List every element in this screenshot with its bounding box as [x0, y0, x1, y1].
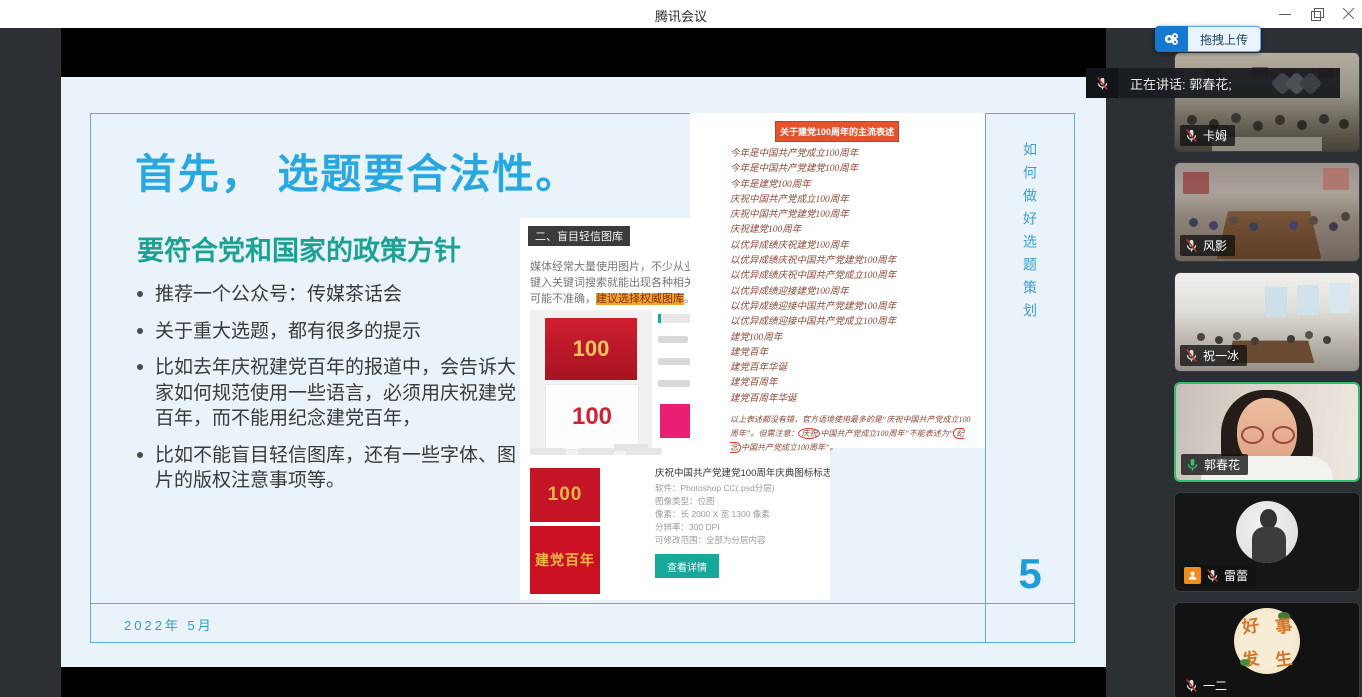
attendee-heads — [1189, 218, 1198, 227]
participant-name: 祝一冰 — [1203, 347, 1239, 364]
participant-namebar: 郭春花 — [1181, 454, 1248, 475]
minimize-icon[interactable] — [1278, 7, 1292, 21]
expression-item: 建党100周年 — [730, 331, 896, 346]
slide-page-number: 5 — [986, 550, 1074, 598]
meeting-logo-watermark-icon — [1266, 71, 1326, 95]
windows — [1329, 283, 1351, 313]
participant-namebar: 卡姆 — [1180, 125, 1235, 146]
expression-item: 庆祝建党100周年 — [730, 223, 896, 238]
participant-namebar: 风影 — [1180, 235, 1235, 256]
expression-item: 建党百年 — [730, 346, 896, 361]
wall-art — [1323, 168, 1349, 190]
mic-muted-icon — [1184, 238, 1199, 253]
restore-icon[interactable] — [1310, 7, 1324, 21]
participant-namebar: 祝一冰 — [1180, 345, 1247, 366]
participant-tile-一二[interactable]: 好事发生一二 — [1174, 602, 1360, 697]
mic-muted-icon — [1184, 348, 1199, 363]
presentation-slide: 首先， 选题要合法性。 要符合党和国家的政策方针 推荐一个公众号：传媒茶话会关于… — [61, 77, 1106, 667]
participant-name: 一二 — [1203, 677, 1227, 694]
participant-tile-卡姆[interactable]: 卡姆 — [1174, 52, 1360, 152]
expression-item: 建党百年华诞 — [730, 361, 896, 376]
avatar — [1236, 501, 1298, 563]
close-icon[interactable] — [1342, 7, 1356, 21]
participant-name: 郭春花 — [1204, 456, 1240, 473]
slide-date: 2022年 5月 — [124, 615, 214, 634]
cloud-drive-icon — [1155, 26, 1188, 52]
participant-namebar: 雷蕾 — [1180, 565, 1256, 586]
participant-namebar: 一二 — [1180, 675, 1235, 696]
expression-item: 以优异成绩庆祝建党100周年 — [730, 239, 896, 254]
circled-word: 庆祝 — [798, 428, 820, 439]
expressions-note: 以上表述都没有错，官方语境使用最多的是“庆祝中国共产党成立100周年”。但需注意… — [730, 413, 975, 455]
glasses-icon — [1272, 426, 1295, 444]
shared-screen-region: 首先， 选题要合法性。 要符合党和国家的政策方针 推荐一个公众号：传媒茶话会关于… — [61, 28, 1106, 697]
attendee-heads — [1197, 333, 1205, 341]
role-person-icon — [1184, 567, 1201, 584]
expressions-list: 今年是中国共产党成立100周年今年是中国共产党建党100周年今年是建党100周年… — [730, 147, 896, 407]
window-titlebar: 腾讯会议 — [0, 0, 1362, 28]
expression-item: 建党百周年华诞 — [730, 392, 896, 407]
slide-side-strip: 如何做好选题策划 5 — [986, 114, 1074, 642]
expression-item: 以优异成绩迎接中国共产党成立100周年 — [730, 315, 896, 330]
app-window: 腾讯会议 首先， 选题要合法性。 要符合党和国家的政策方针 推荐一个公众号：传媒… — [0, 0, 1362, 697]
mic-muted-icon — [1184, 678, 1199, 693]
expressions-banner: 关于建党100周年的主流表述 — [775, 121, 899, 142]
expression-item: 庆祝中国共产党建党100周年 — [730, 208, 896, 223]
participant-tile-雷蕾[interactable]: 雷蕾 — [1174, 492, 1360, 592]
mic-muted-icon — [1086, 68, 1118, 98]
glasses-icon — [1241, 426, 1264, 444]
attendee-heads — [1187, 115, 1197, 125]
speaking-toast-text: 正在讲话: 郭春花; — [1130, 74, 1232, 93]
expression-item: 今年是中国共产党成立100周年 — [730, 147, 896, 162]
participant-tile-风影[interactable]: 风影 — [1174, 162, 1360, 262]
expression-item: 以优异成绩庆祝中国共产党建党100周年 — [730, 254, 896, 269]
participant-name: 雷蕾 — [1224, 567, 1248, 584]
expression-item: 以优异成绩庆祝中国共产党成立100周年 — [730, 269, 896, 284]
window-title: 腾讯会议 — [0, 6, 1362, 25]
participant-tile-郭春花[interactable]: 郭春花 — [1174, 382, 1360, 482]
mic-active-icon — [1185, 457, 1200, 472]
mic-muted-icon — [1184, 128, 1199, 143]
speaking-toast: 正在讲话: 郭春花; — [1086, 68, 1340, 98]
mic-muted-icon — [1205, 568, 1220, 583]
drag-upload-button[interactable]: 拖拽上传 — [1155, 26, 1261, 52]
expression-item: 今年是建党100周年 — [730, 178, 896, 193]
participant-name: 卡姆 — [1203, 127, 1227, 144]
participant-name: 风影 — [1203, 237, 1227, 254]
expression-item: 庆祝中国共产党成立100周年 — [730, 193, 896, 208]
slide-footer: 2022年 5月 — [91, 603, 1074, 643]
participants-rail: 卡姆风影祝一冰郭春花雷蕾好事发生一二 — [1174, 52, 1360, 697]
expression-item: 建党百周年 — [730, 376, 896, 391]
expression-item: 今年是中国共产党建党100周年 — [730, 162, 896, 177]
avatar: 好事发生 — [1234, 608, 1300, 674]
slide-vertical-title: 如何做好选题策划 — [1020, 142, 1040, 326]
expression-item: 以优异成绩迎接建党100周年 — [730, 285, 896, 300]
expression-item: 以优异成绩迎接中国共产党建党100周年 — [730, 300, 896, 315]
embedded-screenshot-expressions: 关于建党100周年的主流表述 今年是中国共产党成立100周年今年是中国共产党建党… — [690, 113, 985, 448]
participant-tile-祝一冰[interactable]: 祝一冰 — [1174, 272, 1360, 372]
drag-upload-label: 拖拽上传 — [1188, 26, 1261, 52]
